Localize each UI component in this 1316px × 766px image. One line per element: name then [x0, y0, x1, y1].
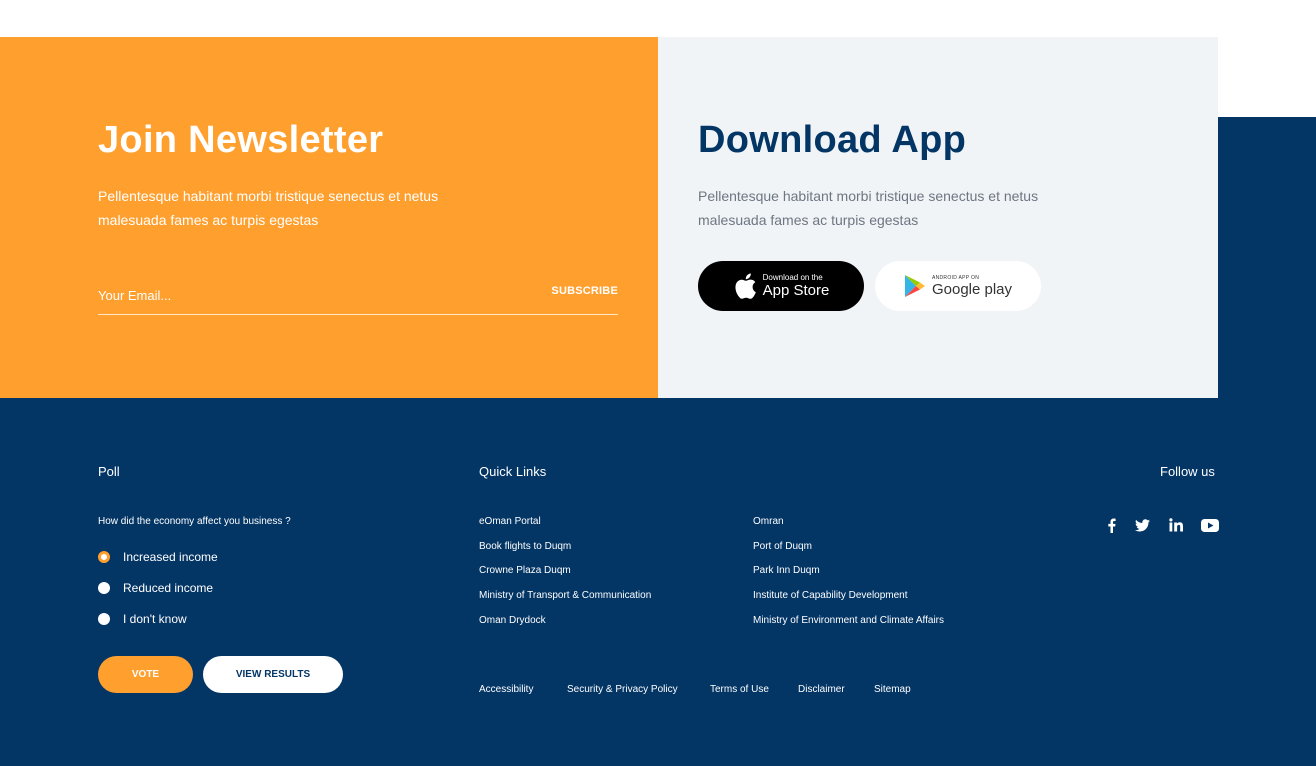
- youtube-icon[interactable]: [1201, 517, 1219, 533]
- app-store-button[interactable]: Download on the App Store: [698, 261, 864, 311]
- footer-link-terms[interactable]: Terms of Use: [710, 684, 769, 695]
- radio-unchecked[interactable]: [98, 582, 110, 594]
- download-app-description: Pellentesque habitant morbi tristique se…: [698, 188, 1039, 228]
- google-play-icon: [904, 275, 925, 297]
- poll-option-dont-know[interactable]: I don't know: [98, 612, 187, 626]
- quick-link-ministry-environment[interactable]: Ministry of Environment and Climate Affa…: [753, 615, 944, 626]
- radio-unchecked[interactable]: [98, 613, 110, 625]
- poll-option-label: I don't know: [123, 612, 187, 626]
- download-app-section: Download App Pellentesque habitant morbi…: [658, 37, 1218, 398]
- quick-links-title: Quick Links: [479, 464, 547, 479]
- apple-icon: [735, 273, 756, 299]
- newsletter-description: Pellentesque habitant morbi tristique se…: [98, 188, 439, 228]
- footer-link-sitemap[interactable]: Sitemap: [874, 684, 911, 695]
- email-input[interactable]: [98, 283, 518, 307]
- subscribe-button[interactable]: SUBSCRIBE: [551, 285, 618, 297]
- footer-link-disclaimer[interactable]: Disclaimer: [798, 684, 845, 695]
- download-app-title: Download App: [698, 119, 967, 161]
- quick-link-book-flights[interactable]: Book flights to Duqm: [479, 541, 571, 552]
- quick-link-port-of-duqm[interactable]: Port of Duqm: [753, 541, 812, 552]
- poll-question: How did the economy affect you business …: [98, 516, 291, 527]
- quick-link-capability-development[interactable]: Institute of Capability Development: [753, 590, 908, 601]
- footer-link-security-privacy[interactable]: Security & Privacy Policy: [567, 684, 678, 695]
- quick-link-ministry-transport[interactable]: Ministry of Transport & Communication: [479, 590, 651, 601]
- newsletter-title: Join Newsletter: [98, 119, 384, 161]
- newsletter-section: Join Newsletter Pellentesque habitant mo…: [0, 37, 658, 398]
- poll-option-label: Increased income: [123, 550, 218, 564]
- email-form: SUBSCRIBE: [98, 277, 618, 315]
- quick-link-omran[interactable]: Omran: [753, 516, 784, 527]
- quick-link-oman-drydock[interactable]: Oman Drydock: [479, 615, 546, 626]
- facebook-icon[interactable]: [1102, 517, 1120, 533]
- quick-link-eoman-portal[interactable]: eOman Portal: [479, 516, 541, 527]
- google-play-button[interactable]: ANDROID APP ON Google play: [875, 261, 1041, 311]
- twitter-icon[interactable]: [1133, 517, 1151, 533]
- page: Join Newsletter Pellentesque habitant mo…: [0, 0, 1316, 766]
- app-store-big-text: App Store: [762, 282, 830, 299]
- poll-option-increased[interactable]: Increased income: [98, 550, 218, 564]
- view-results-button[interactable]: VIEW RESULTS: [203, 656, 343, 693]
- vote-button[interactable]: VOTE: [98, 656, 193, 693]
- app-store-small-text: Download on the: [762, 273, 823, 282]
- poll-title: Poll: [98, 464, 120, 479]
- poll-option-label: Reduced income: [123, 581, 214, 595]
- quick-link-crowne-plaza[interactable]: Crowne Plaza Duqm: [479, 565, 571, 576]
- google-play-big-text: Google play: [931, 280, 1013, 298]
- poll-option-reduced[interactable]: Reduced income: [98, 581, 213, 595]
- quick-link-park-inn[interactable]: Park Inn Duqm: [753, 565, 820, 576]
- footer-link-accessibility[interactable]: Accessibility: [479, 684, 533, 695]
- follow-us-title: Follow us: [1160, 464, 1215, 479]
- radio-checked[interactable]: [98, 551, 110, 563]
- linkedin-icon[interactable]: [1167, 517, 1185, 533]
- google-play-small-text: ANDROID APP ON: [931, 274, 980, 281]
